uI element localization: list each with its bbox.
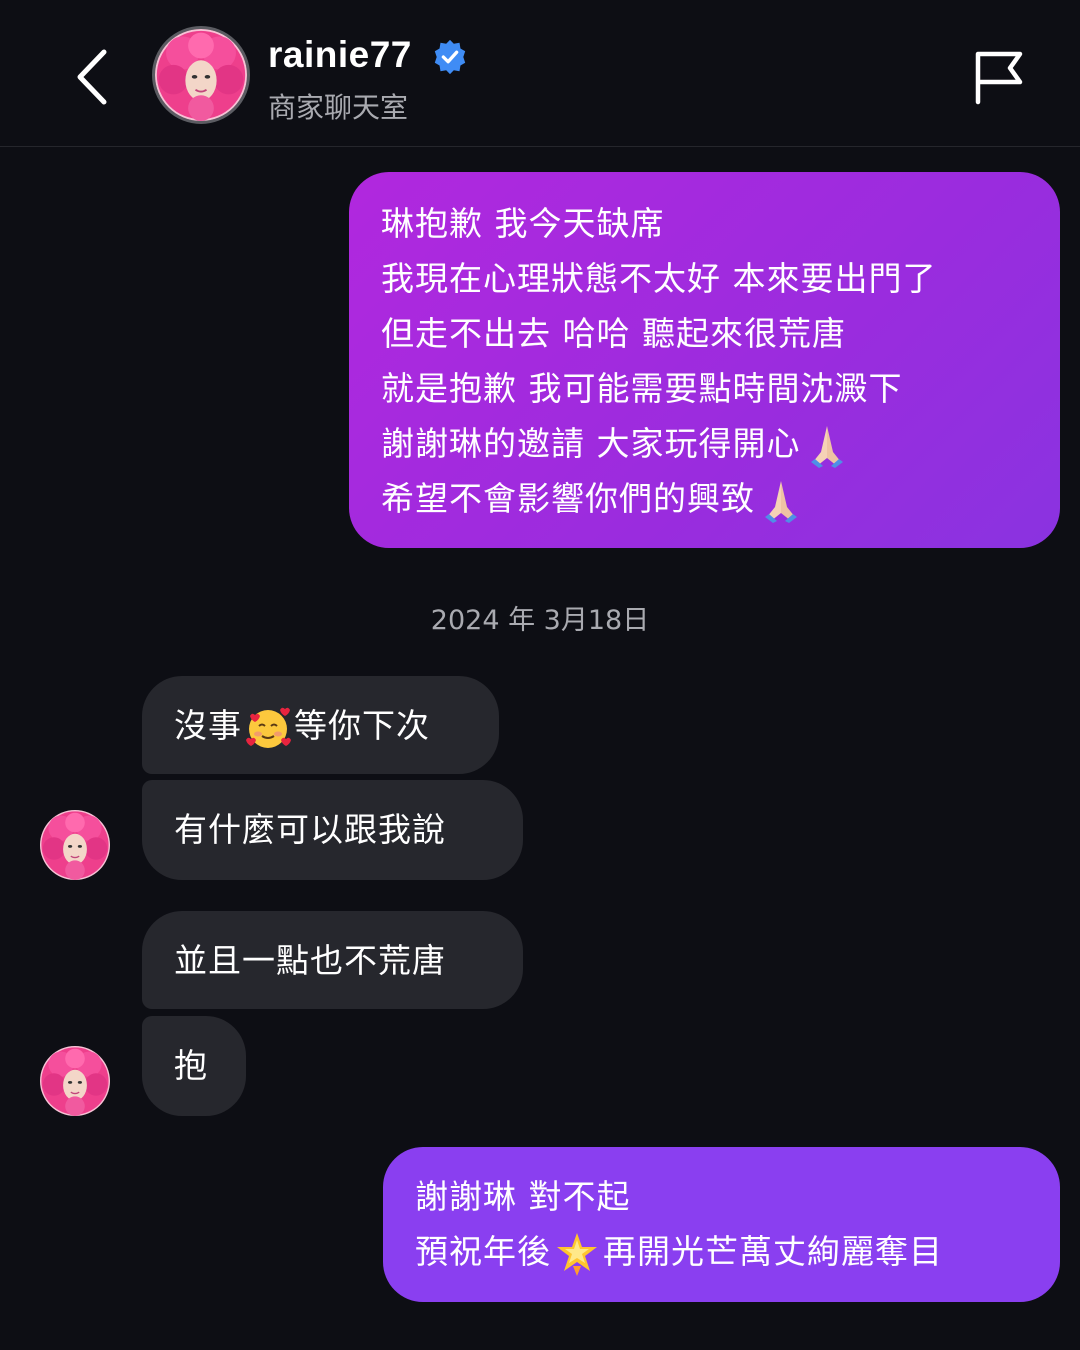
message-text: 謝謝琳的邀請 大家玩得開心	[381, 424, 801, 463]
message-text: 希望不會影響你們的興致	[381, 479, 755, 518]
message-line-with-emoji: 沒事 等你下次	[174, 698, 499, 753]
chevron-left-icon	[77, 49, 107, 105]
chat-type-label: 商家聊天室	[268, 91, 409, 124]
message-line: 就是抱歉 我可能需要點時間沈澱下	[381, 369, 903, 408]
received-message-bubble[interactable]: 抱	[142, 1016, 246, 1116]
message-text: 等你下次	[294, 706, 430, 745]
message-text: 謝謝琳 對不起	[415, 1177, 631, 1216]
sent-message-bubble[interactable]: 琳抱歉 我今天缺席 我現在心理狀態不太好 本來要出門了 但走不出去 哈哈 聽起來…	[349, 172, 1060, 548]
back-button[interactable]	[68, 44, 118, 110]
received-message-bubble[interactable]: 有什麼可以跟我說	[142, 780, 523, 880]
message-line: 我現在心理狀態不太好 本來要出門了	[381, 259, 937, 298]
message-text: 有什麼可以跟我說	[174, 810, 446, 849]
message-line-with-emoji: 希望不會影響你們的興致	[381, 471, 1060, 526]
message-line: 琳抱歉 我今天缺席	[381, 204, 665, 243]
received-message-bubble[interactable]: 沒事 等你下次	[142, 676, 499, 774]
received-message-bubble[interactable]: 並且一點也不荒唐	[142, 911, 523, 1009]
smiling-face-with-hearts-emoji-icon	[244, 704, 292, 752]
message-text: 抱	[174, 1046, 208, 1085]
flag-icon	[975, 51, 1023, 105]
message-text: 預祝年後	[415, 1232, 551, 1271]
report-button[interactable]	[972, 48, 1028, 106]
sender-avatar[interactable]	[40, 1046, 110, 1116]
message-line-with-emoji: 預祝年後 再開光芒萬丈絢麗奪目	[415, 1224, 1060, 1279]
message-line-with-emoji: 謝謝琳的邀請 大家玩得開心	[381, 416, 1060, 471]
folded-hands-emoji-icon	[803, 422, 851, 470]
header-avatar[interactable]	[152, 26, 250, 124]
sender-avatar[interactable]	[40, 810, 110, 880]
verified-badge-icon	[431, 38, 469, 76]
message-text: 再開光芒萬丈絢麗奪目	[603, 1232, 943, 1271]
chat-header: rainie77 商家聊天室	[0, 0, 1080, 147]
sent-message-bubble[interactable]: 謝謝琳 對不起 預祝年後 再開光芒萬丈絢麗奪目	[383, 1147, 1060, 1302]
glowing-star-emoji-icon	[553, 1230, 601, 1278]
folded-hands-emoji-icon	[757, 477, 805, 525]
message-line: 但走不出去 哈哈 聽起來很荒唐	[381, 314, 846, 353]
message-text: 沒事	[174, 706, 242, 745]
date-separator: 2024 年 3月18日	[430, 605, 650, 636]
message-text: 並且一點也不荒唐	[174, 941, 446, 980]
username[interactable]: rainie77	[268, 34, 412, 76]
